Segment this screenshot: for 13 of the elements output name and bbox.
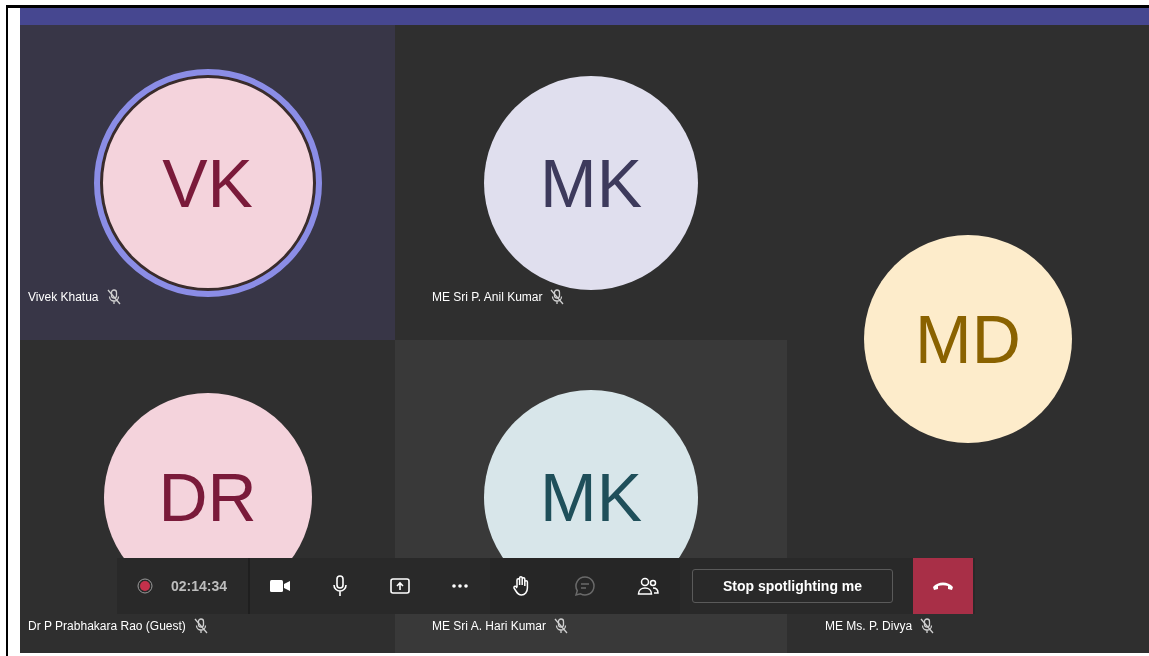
participant-name: Vivek Khatua (28, 289, 99, 306)
call-timer: 02:14:34 (171, 576, 228, 596)
phone-icon (932, 580, 954, 592)
stop-spotlight-button[interactable]: Stop spotlighting me (692, 569, 893, 603)
avatar: MK (484, 75, 698, 290)
avatar: MD (864, 235, 1072, 443)
participant-name: Dr P Prabhakara Rao (Guest) (28, 618, 186, 635)
participant-name: ME Sri A. Hari Kumar (432, 618, 547, 635)
chat-icon (573, 574, 597, 598)
participant-name: ME Sri P. Anil Kumar (432, 289, 543, 306)
more-icon (452, 584, 468, 588)
hang-up-button[interactable] (913, 558, 973, 614)
participant-name: ME Ms. P. Divya (825, 618, 913, 635)
